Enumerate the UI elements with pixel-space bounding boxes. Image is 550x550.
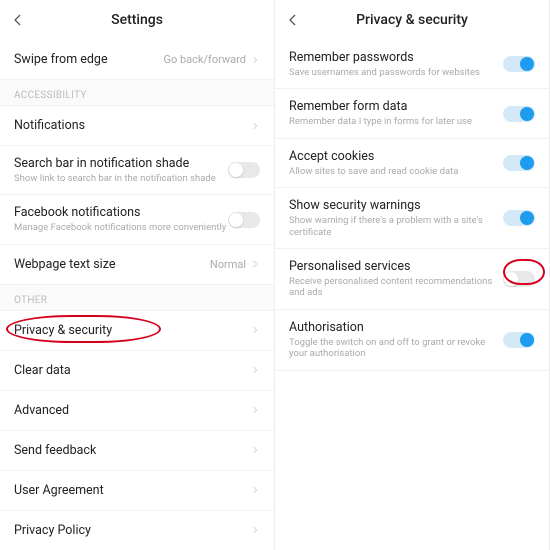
chevron-right-icon [250,121,260,131]
back-button[interactable] [283,10,303,30]
row-sub: Show warning if there's a problem with a… [289,215,503,238]
chevron-right-icon [250,55,260,65]
row-label: Remember passwords [289,50,503,65]
row-search-bar[interactable]: Search bar in notification shade Show li… [0,146,274,195]
row-clear-data[interactable]: Clear data [0,351,274,391]
chevron-right-icon [250,525,260,535]
row-sub: Receive personalised content recommendat… [289,276,503,299]
row-label: User Agreement [14,483,250,498]
chevron-right-icon [250,259,260,269]
row-swipe-from-edge[interactable]: Swipe from edge Go back/forward [0,40,274,80]
chevron-right-icon [250,365,260,375]
row-label: Authorisation [289,320,503,335]
row-remember-form-data[interactable]: Remember form data Remember data I type … [275,89,549,138]
row-sub: Save usernames and passwords for website… [289,67,503,78]
row-label: Advanced [14,403,250,418]
toggle-cookies[interactable] [503,155,535,171]
row-notifications[interactable]: Notifications [0,106,274,146]
row-security-warnings[interactable]: Show security warnings Show warning if t… [275,188,549,249]
chevron-left-icon [11,13,25,27]
row-authorisation[interactable]: Authorisation Toggle the switch on and o… [275,310,549,371]
row-label: Privacy Policy [14,523,250,538]
chevron-right-icon [250,445,260,455]
chevron-right-icon [250,325,260,335]
row-user-agreement[interactable]: User Agreement [0,471,274,511]
toggle-passwords[interactable] [503,56,535,72]
row-value: Normal [210,258,246,271]
row-remember-passwords[interactable]: Remember passwords Save usernames and pa… [275,40,549,89]
row-label: Webpage text size [14,257,210,272]
section-other: OTHER [0,285,274,311]
chevron-left-icon [286,13,300,27]
chevron-right-icon [250,485,260,495]
row-privacy-security[interactable]: Privacy & security [0,311,274,351]
row-personalised-services[interactable]: Personalised services Receive personalis… [275,249,549,310]
row-label: Clear data [14,363,250,378]
toggle-facebook[interactable] [228,212,260,228]
row-advanced[interactable]: Advanced [0,391,274,431]
toggle-authorisation[interactable] [503,332,535,348]
toggle-form-data[interactable] [503,106,535,122]
page-title: Settings [0,12,274,28]
row-value: Go back/forward [163,53,246,66]
row-label: Personalised services [289,259,503,274]
row-sub: Show link to search bar in the notificat… [14,173,228,184]
row-accept-cookies[interactable]: Accept cookies Allow sites to save and r… [275,139,549,188]
row-label: Search bar in notification shade [14,156,228,171]
toggle-warnings[interactable] [503,210,535,226]
page-title: Privacy & security [275,12,549,28]
toggle-search-bar[interactable] [228,162,260,178]
row-facebook[interactable]: Facebook notifications Manage Facebook n… [0,195,274,244]
row-label: Show security warnings [289,198,503,213]
privacy-header: Privacy & security [275,0,549,40]
settings-header: Settings [0,0,274,40]
settings-pane: Settings Swipe from edge Go back/forward… [0,0,275,550]
row-label: Accept cookies [289,149,503,164]
row-label: Notifications [14,118,250,133]
row-send-feedback[interactable]: Send feedback [0,431,274,471]
section-accessibility: ACCESSIBILITY [0,80,274,106]
back-button[interactable] [8,10,28,30]
row-sub: Manage Facebook notifications more conve… [14,222,228,233]
row-label: Privacy & security [14,323,250,338]
chevron-right-icon [250,405,260,415]
row-label: Swipe from edge [14,52,163,67]
row-sub: Allow sites to save and read cookie data [289,166,503,177]
privacy-pane: Privacy & security Remember passwords Sa… [275,0,550,550]
toggle-personalised[interactable] [503,271,535,287]
row-webpage-text-size[interactable]: Webpage text size Normal [0,245,274,285]
row-sub: Remember data I type in forms for later … [289,116,503,127]
row-privacy-policy[interactable]: Privacy Policy [0,511,274,550]
row-sub: Toggle the switch on and off to grant or… [289,337,503,360]
row-label: Facebook notifications [14,205,228,220]
row-label: Send feedback [14,443,250,458]
row-label: Remember form data [289,99,503,114]
